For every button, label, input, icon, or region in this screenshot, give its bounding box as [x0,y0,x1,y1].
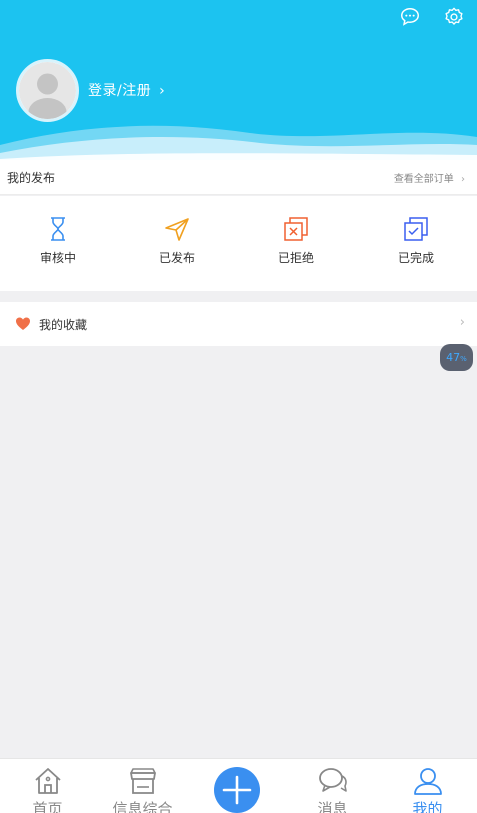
status-label: 已完成 [397,251,434,265]
nav-info[interactable]: 信息综合 [95,765,190,813]
chat-icon [318,768,347,792]
nav-label: 我的 [412,800,443,813]
add-post-button[interactable] [214,767,260,813]
status-label: 已拒绝 [277,251,314,265]
user-icon [413,768,442,795]
status-label: 已发布 [158,251,195,265]
profile-header: 登录/注册 › [0,0,477,160]
status-published[interactable]: 已发布 [137,216,217,266]
chevron-right-icon: › [461,174,465,185]
my-favorites-label: 我的收藏 [39,318,88,332]
default-avatar-icon [19,62,76,119]
header-wave-decoration [0,125,477,160]
nav-label: 信息综合 [112,800,173,813]
complete-icon [404,217,428,241]
paper-plane-icon [165,218,189,241]
my-publish-header: 我的发布 查看全部订单 › [0,160,477,195]
status-rejected[interactable]: 已拒绝 [256,216,336,266]
settings-gear-icon[interactable] [443,6,465,28]
status-label: 审核中 [39,251,76,265]
progress-badge[interactable]: 47% [440,344,473,371]
nav-messages[interactable]: 消息 [285,765,380,813]
nav-home[interactable]: 首页 [0,765,95,813]
store-icon [129,768,156,794]
message-bubble-icon[interactable] [399,6,421,28]
nav-label: 首页 [32,800,63,813]
avatar[interactable] [16,59,79,122]
status-reviewing[interactable]: 审核中 [18,216,98,266]
nav-label: 消息 [317,800,348,813]
login-register-label: 登录/注册 [88,83,152,99]
progress-unit: % [460,355,467,363]
my-favorites-row[interactable]: 我的收藏 › [0,302,477,346]
login-register-link[interactable]: 登录/注册 › [88,80,165,100]
view-all-label: 查看全部订单 [393,174,454,185]
chevron-right-icon: › [459,315,465,330]
progress-value: 47 [446,351,461,364]
view-all-orders-link[interactable]: 查看全部订单 › [394,170,465,185]
hourglass-icon [51,217,65,241]
my-publish-title: 我的发布 [7,171,56,185]
nav-mine[interactable]: 我的 [380,765,475,813]
heart-icon [16,317,30,330]
bottom-navigation: 首页 信息综合 消息 我的 [0,758,477,813]
home-icon [34,768,61,794]
plus-icon [222,775,252,805]
publish-status-row: 审核中 已发布 已拒绝 已完成 [0,196,477,291]
reject-icon [284,217,308,241]
profile-page: 登录/注册 › 我的发布 查看全部订单 › 审核中 已发布 已拒绝 已完成 我的… [0,0,477,813]
status-completed[interactable]: 已完成 [376,216,456,266]
chevron-right-icon: › [159,83,166,99]
